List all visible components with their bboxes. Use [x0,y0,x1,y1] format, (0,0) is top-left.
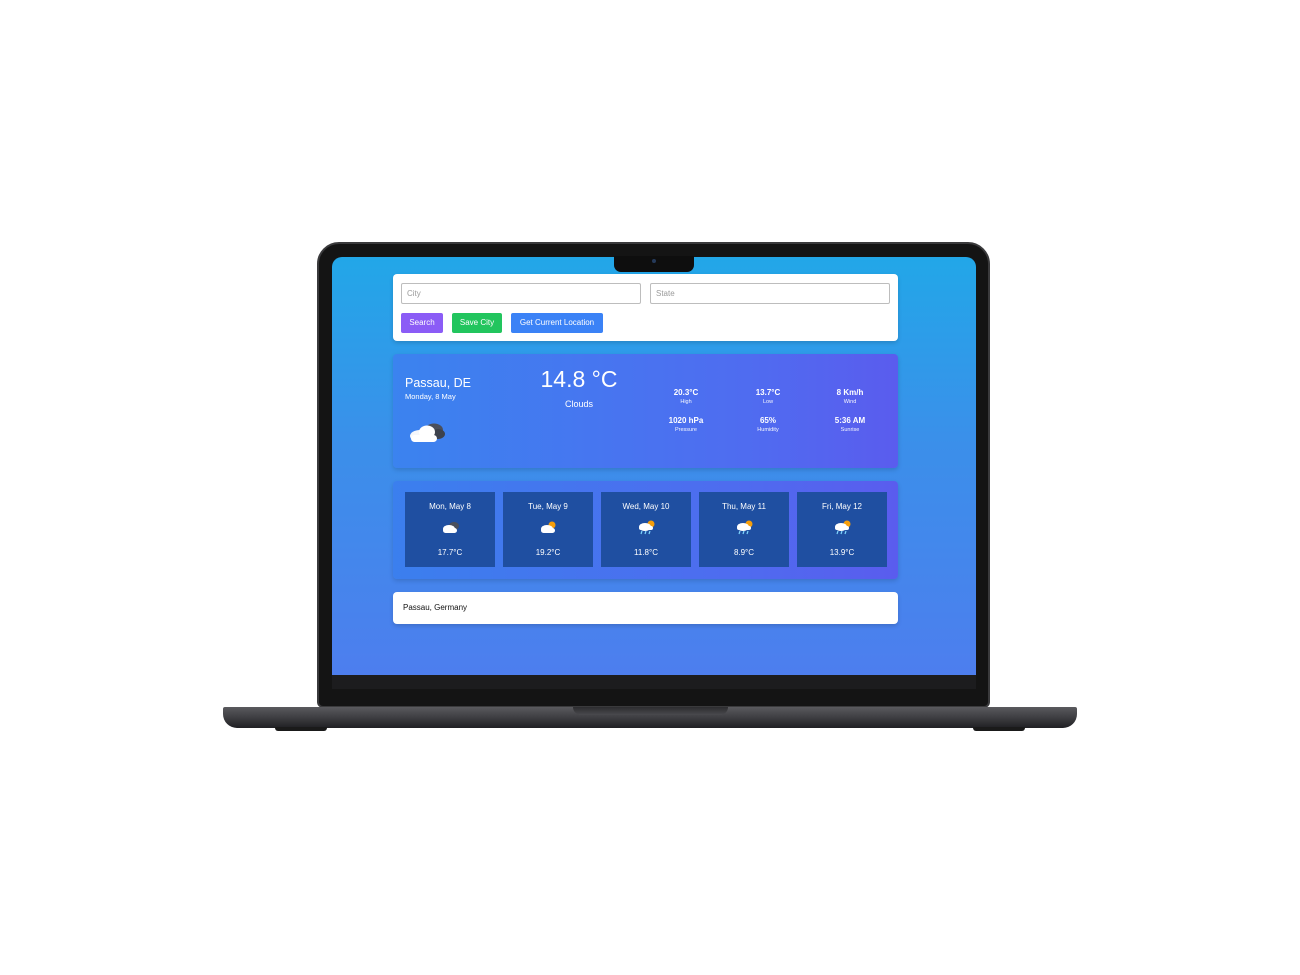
stat-sunrise: 5:36 AM Sunrise [809,416,891,434]
weather-description: Clouds [564,399,593,409]
stat-value: 13.7°C [755,388,781,397]
current-temperature: 14.8 °C [540,366,618,392]
rain-sun-icon [835,520,851,535]
laptop-foot-left [275,727,327,731]
search-button[interactable]: Search [401,313,443,333]
laptop-opening-notch [573,707,728,715]
stat-value: 8 Km/h [836,388,864,397]
location-name: Passau, DE [405,376,472,390]
saved-cities-card: Passau, Germany [393,592,898,624]
forecast-temp: 13.9°C [829,548,855,557]
stat-value: 20.3°C [673,388,699,397]
forecast-section: Mon, May 8 17.7°C Tue, May 9 19.2°C Wed,… [393,481,898,579]
stat-label: Wind [843,399,857,405]
forecast-day-name: Wed, May 10 [622,502,670,511]
stat-pressure: 1020 hPa Pressure [645,416,727,434]
get-current-location-button[interactable]: Get Current Location [511,313,603,333]
forecast-day: Mon, May 8 17.7°C [405,492,495,567]
cloudy-icon [443,522,459,533]
forecast-temp: 8.9°C [733,548,755,557]
forecast-day: Tue, May 9 19.2°C [503,492,593,567]
stat-value: 1020 hPa [668,416,704,425]
state-input[interactable] [650,283,890,304]
stat-wind: 8 Km/h Wind [809,388,891,406]
forecast-temp: 19.2°C [535,548,561,557]
partly-cloudy-icon [541,521,556,533]
forecast-day-name: Fri, May 12 [821,502,862,511]
forecast-temp: 17.7°C [437,548,463,557]
rain-sun-icon [737,520,753,535]
stat-label: Humidity [757,427,779,433]
forecast-day-name: Tue, May 9 [528,502,568,511]
cloudy-icon [410,423,445,442]
current-date: Monday, 8 May [405,392,456,401]
stat-low: 13.7°C Low [727,388,809,406]
forecast-day: Fri, May 12 13.9°C [797,492,887,567]
screen-bottom-bezel [332,675,976,689]
forecast-day-name: Mon, May 8 [429,502,471,511]
stat-label: High [680,399,692,405]
forecast-day: Wed, May 10 11.8°C [601,492,691,567]
search-card: Search Save City Get Current Location [393,274,898,341]
forecast-day: Thu, May 11 8.9°C [699,492,789,567]
city-input[interactable] [401,283,641,304]
stat-label: Sunrise [840,427,860,433]
stat-high: 20.3°C High [645,388,727,406]
stat-label: Pressure [674,427,697,433]
stat-value: 65% [759,416,776,425]
rain-sun-icon [639,520,655,535]
stat-value: 5:36 AM [834,416,866,425]
stat-humidity: 65% Humidity [727,416,809,434]
forecast-temp: 11.8°C [634,548,658,557]
current-weather-card: Passau, DE Monday, 8 May 14.8 °C Clouds … [393,354,898,468]
stat-label: Low [762,399,774,405]
forecast-day-name: Thu, May 11 [722,502,766,511]
saved-city-item[interactable]: Passau, Germany [403,603,467,612]
save-city-button[interactable]: Save City [452,313,502,333]
camera-icon [652,259,656,263]
laptop-foot-right [973,727,1025,731]
